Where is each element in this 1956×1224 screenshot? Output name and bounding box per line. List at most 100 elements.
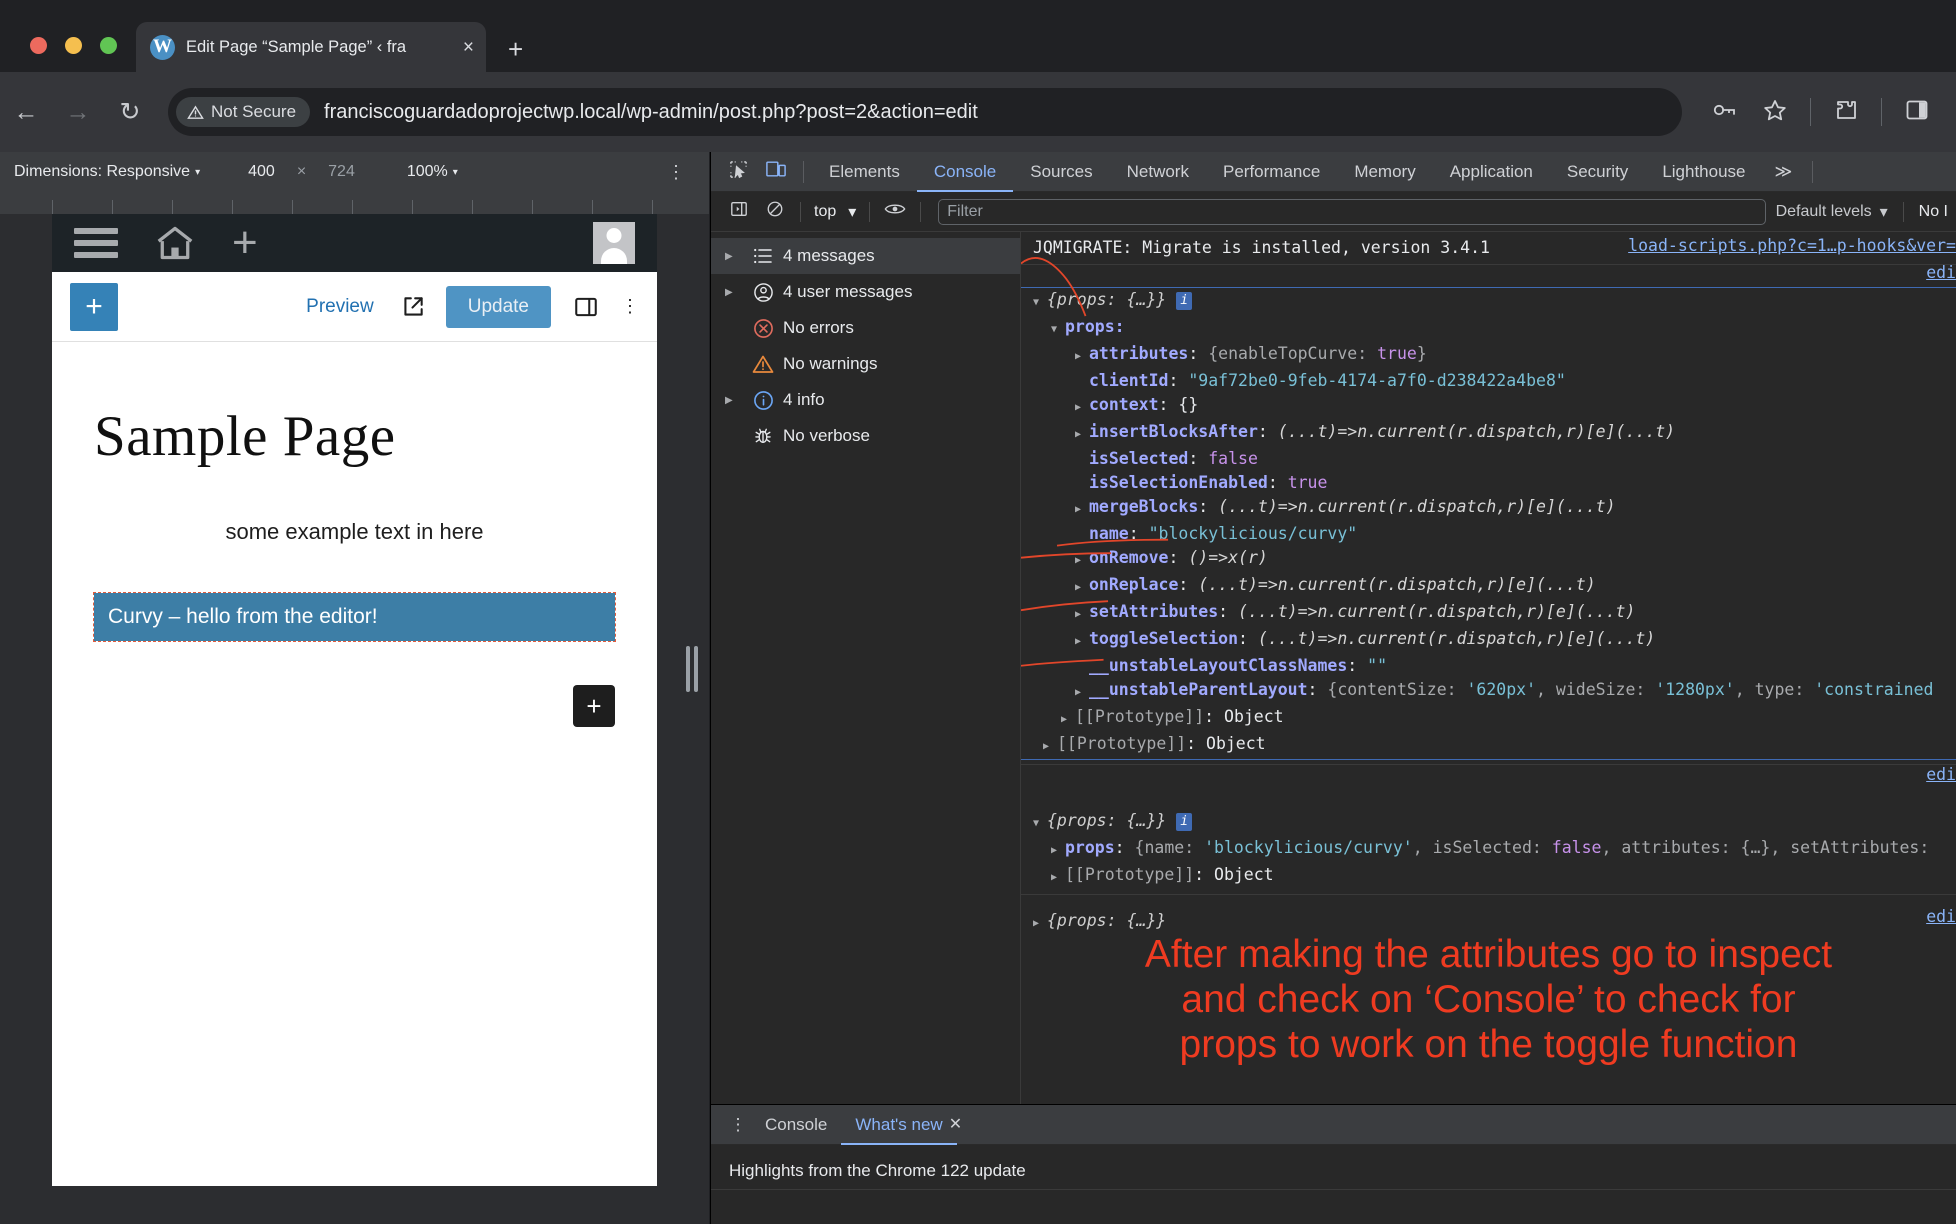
tab-sources[interactable]: Sources: [1013, 152, 1109, 192]
sidebar-item-errors[interactable]: No errors: [711, 310, 1020, 346]
page-title[interactable]: Sample Page: [94, 404, 615, 469]
sidebar-item-user-messages[interactable]: ▶ 4 user messages: [711, 274, 1020, 310]
console-sidebar-icon[interactable]: [721, 200, 757, 223]
object-line[interactable]: clientId: "9af72be0-9feb-4174-a7f0-d2384…: [1021, 369, 1956, 393]
tab-performance[interactable]: Performance: [1206, 152, 1337, 192]
jqmigrate-source-link[interactable]: load-scripts.php?c=1…p-hooks&ver=: [1628, 236, 1956, 255]
tab-lighthouse[interactable]: Lighthouse: [1645, 152, 1762, 192]
new-tab-button[interactable]: +: [508, 36, 523, 62]
avatar[interactable]: [593, 222, 635, 264]
reload-icon[interactable]: ↻: [104, 99, 156, 125]
tab-memory[interactable]: Memory: [1337, 152, 1432, 192]
more-tabs-icon[interactable]: ≫: [1763, 162, 1805, 182]
object-line[interactable]: ▶ mergeBlocks: (...t)=>n.current(r.dispat…: [1021, 495, 1956, 522]
device-toolbar-kebab[interactable]: ⋮: [667, 162, 685, 183]
address-bar[interactable]: Not Secure franciscoguardadoprojectwp.lo…: [168, 88, 1682, 136]
object-line[interactable]: ▶ attributes: {enableTopCurve: true}: [1021, 342, 1956, 369]
close-drawer-tab-icon[interactable]: ✕: [949, 1105, 972, 1145]
levels-caret-icon[interactable]: ▾: [1872, 202, 1896, 222]
paragraph-block[interactable]: some example text in here: [94, 519, 615, 545]
block-appender-button[interactable]: +: [573, 685, 615, 727]
expand-arrow-icon[interactable]: ▶: [725, 395, 745, 406]
sidebar-item-verbose[interactable]: No verbose: [711, 418, 1020, 454]
console-group-props-3[interactable]: edi ▶ {props: {…}}: [1021, 895, 1956, 940]
url-text[interactable]: franciscoguardadoprojectwp.local/wp-admi…: [324, 101, 978, 124]
view-external-icon[interactable]: [400, 294, 426, 320]
sidebar-item-warnings[interactable]: No warnings: [711, 346, 1020, 382]
console-group-props-2[interactable]: edi ▼ {props: {…}} i ▶ props: {name: 'bloc…: [1021, 765, 1956, 895]
new-content-icon[interactable]: +: [232, 220, 258, 265]
update-button[interactable]: Update: [445, 285, 551, 328]
viewport-resize-handle[interactable]: [685, 646, 699, 693]
tab-console[interactable]: Console: [917, 152, 1013, 192]
drawer-tab-console[interactable]: Console: [751, 1105, 841, 1145]
password-key-icon[interactable]: [1700, 100, 1750, 124]
expand-arrow-icon[interactable]: ▶: [725, 251, 745, 262]
console-group-props-1[interactable]: edi ▼ {props: {…}} i ▼ props: ▶ attributes:…: [1021, 263, 1956, 765]
object-line[interactable]: ▶ context: {}: [1021, 393, 1956, 420]
collapse-arrow-icon[interactable]: ▼: [1033, 291, 1047, 315]
maximize-window-button[interactable]: [100, 37, 117, 54]
settings-sidebar-icon[interactable]: [573, 294, 599, 320]
zoom-caret-icon[interactable]: ▾: [453, 167, 458, 178]
object-line[interactable]: ▶ [[Prototype]]: Object: [1021, 705, 1956, 732]
object-line[interactable]: ▶ props: {name: 'blockylicious/curvy', is…: [1021, 836, 1956, 863]
props-key-line[interactable]: ▼ props:: [1021, 315, 1956, 342]
minimize-window-button[interactable]: [65, 37, 82, 54]
editor-canvas[interactable]: Sample Page some example text in here Cu…: [52, 342, 657, 1186]
extensions-puzzle-icon[interactable]: [1821, 99, 1871, 126]
preview-button[interactable]: Preview: [306, 296, 374, 318]
object-line[interactable]: ▶ toggleSelection: (...t)=>n.current(r.di…: [1021, 627, 1956, 654]
drawer-kebab-icon[interactable]: ⋮: [725, 1116, 751, 1133]
forward-icon[interactable]: →: [52, 99, 104, 125]
block-inserter-button[interactable]: +: [70, 282, 118, 331]
context-caret-icon[interactable]: ▾: [842, 202, 862, 222]
drawer-tab-whats-new[interactable]: What's new: [841, 1105, 956, 1145]
object-line[interactable]: name: "blockylicious/curvy": [1021, 522, 1956, 546]
source-link[interactable]: edi: [1926, 907, 1956, 926]
browser-tab[interactable]: W Edit Page “Sample Page” ‹ fra ×: [136, 22, 486, 72]
bookmark-star-icon[interactable]: [1750, 99, 1800, 126]
object-line[interactable]: isSelectionEnabled: true: [1021, 471, 1956, 495]
close-window-button[interactable]: [30, 37, 47, 54]
object-line[interactable]: ▶ [[Prototype]]: Object: [1021, 863, 1956, 890]
tab-elements[interactable]: Elements: [812, 152, 917, 192]
collapse-arrow-icon[interactable]: ▼: [1051, 318, 1065, 342]
dimensions-select[interactable]: Dimensions: Responsive: [14, 163, 190, 181]
object-line[interactable]: isSelected: false: [1021, 447, 1956, 471]
side-panel-icon[interactable]: [1892, 99, 1942, 125]
menu-icon[interactable]: [74, 228, 118, 258]
console-message-jqmigrate[interactable]: JQMIGRATE: Migrate is installed, version…: [1021, 232, 1956, 265]
inspect-element-icon[interactable]: [719, 160, 757, 184]
expand-arrow-icon[interactable]: ▶: [1033, 912, 1047, 936]
sidebar-item-messages[interactable]: ▶ 4 messages: [711, 238, 1020, 274]
sidebar-item-info[interactable]: ▶ 4 info: [711, 382, 1020, 418]
security-badge[interactable]: Not Secure: [176, 97, 311, 127]
live-expression-icon[interactable]: [877, 201, 913, 222]
curvy-block[interactable]: Curvy – hello from the editor!: [93, 592, 616, 642]
viewport-height-input[interactable]: 724: [328, 163, 355, 181]
close-tab-icon[interactable]: ×: [463, 38, 474, 57]
console-output[interactable]: JQMIGRATE: Migrate is installed, version…: [1021, 232, 1956, 1104]
viewport-width-input[interactable]: 400: [248, 163, 275, 181]
group-header[interactable]: ▶ {props: {…}}: [1021, 909, 1956, 936]
object-line[interactable]: ▶ __unstableParentLayout: {contentSize: '…: [1021, 678, 1956, 705]
object-line[interactable]: ▶ insertBlocksAfter: (...t)=>n.current(r.…: [1021, 420, 1956, 447]
group-header[interactable]: ▼ {props: {…}} i: [1021, 809, 1956, 836]
object-line[interactable]: __unstableLayoutClassNames: "": [1021, 654, 1956, 678]
dimensions-caret-icon[interactable]: ▾: [195, 167, 200, 178]
home-icon[interactable]: [152, 223, 198, 263]
window-controls[interactable]: [30, 37, 117, 54]
source-link[interactable]: edi: [1926, 765, 1956, 784]
source-link[interactable]: edi: [1926, 263, 1956, 282]
tab-network[interactable]: Network: [1110, 152, 1206, 192]
group-header[interactable]: ▼ {props: {…}} i: [1021, 288, 1956, 315]
object-line[interactable]: ▶ onRemove: ()=>x(r): [1021, 546, 1956, 573]
device-toolbar-toggle-icon[interactable]: [757, 160, 795, 183]
tab-application[interactable]: Application: [1433, 152, 1550, 192]
object-line[interactable]: ▶ onReplace: (...t)=>n.current(r.dispatch…: [1021, 573, 1956, 600]
expand-arrow-icon[interactable]: ▶: [725, 287, 745, 298]
object-line[interactable]: ▶ [[Prototype]]: Object: [1021, 732, 1956, 759]
tab-security[interactable]: Security: [1550, 152, 1645, 192]
device-zoom-select[interactable]: 100%: [407, 163, 448, 181]
